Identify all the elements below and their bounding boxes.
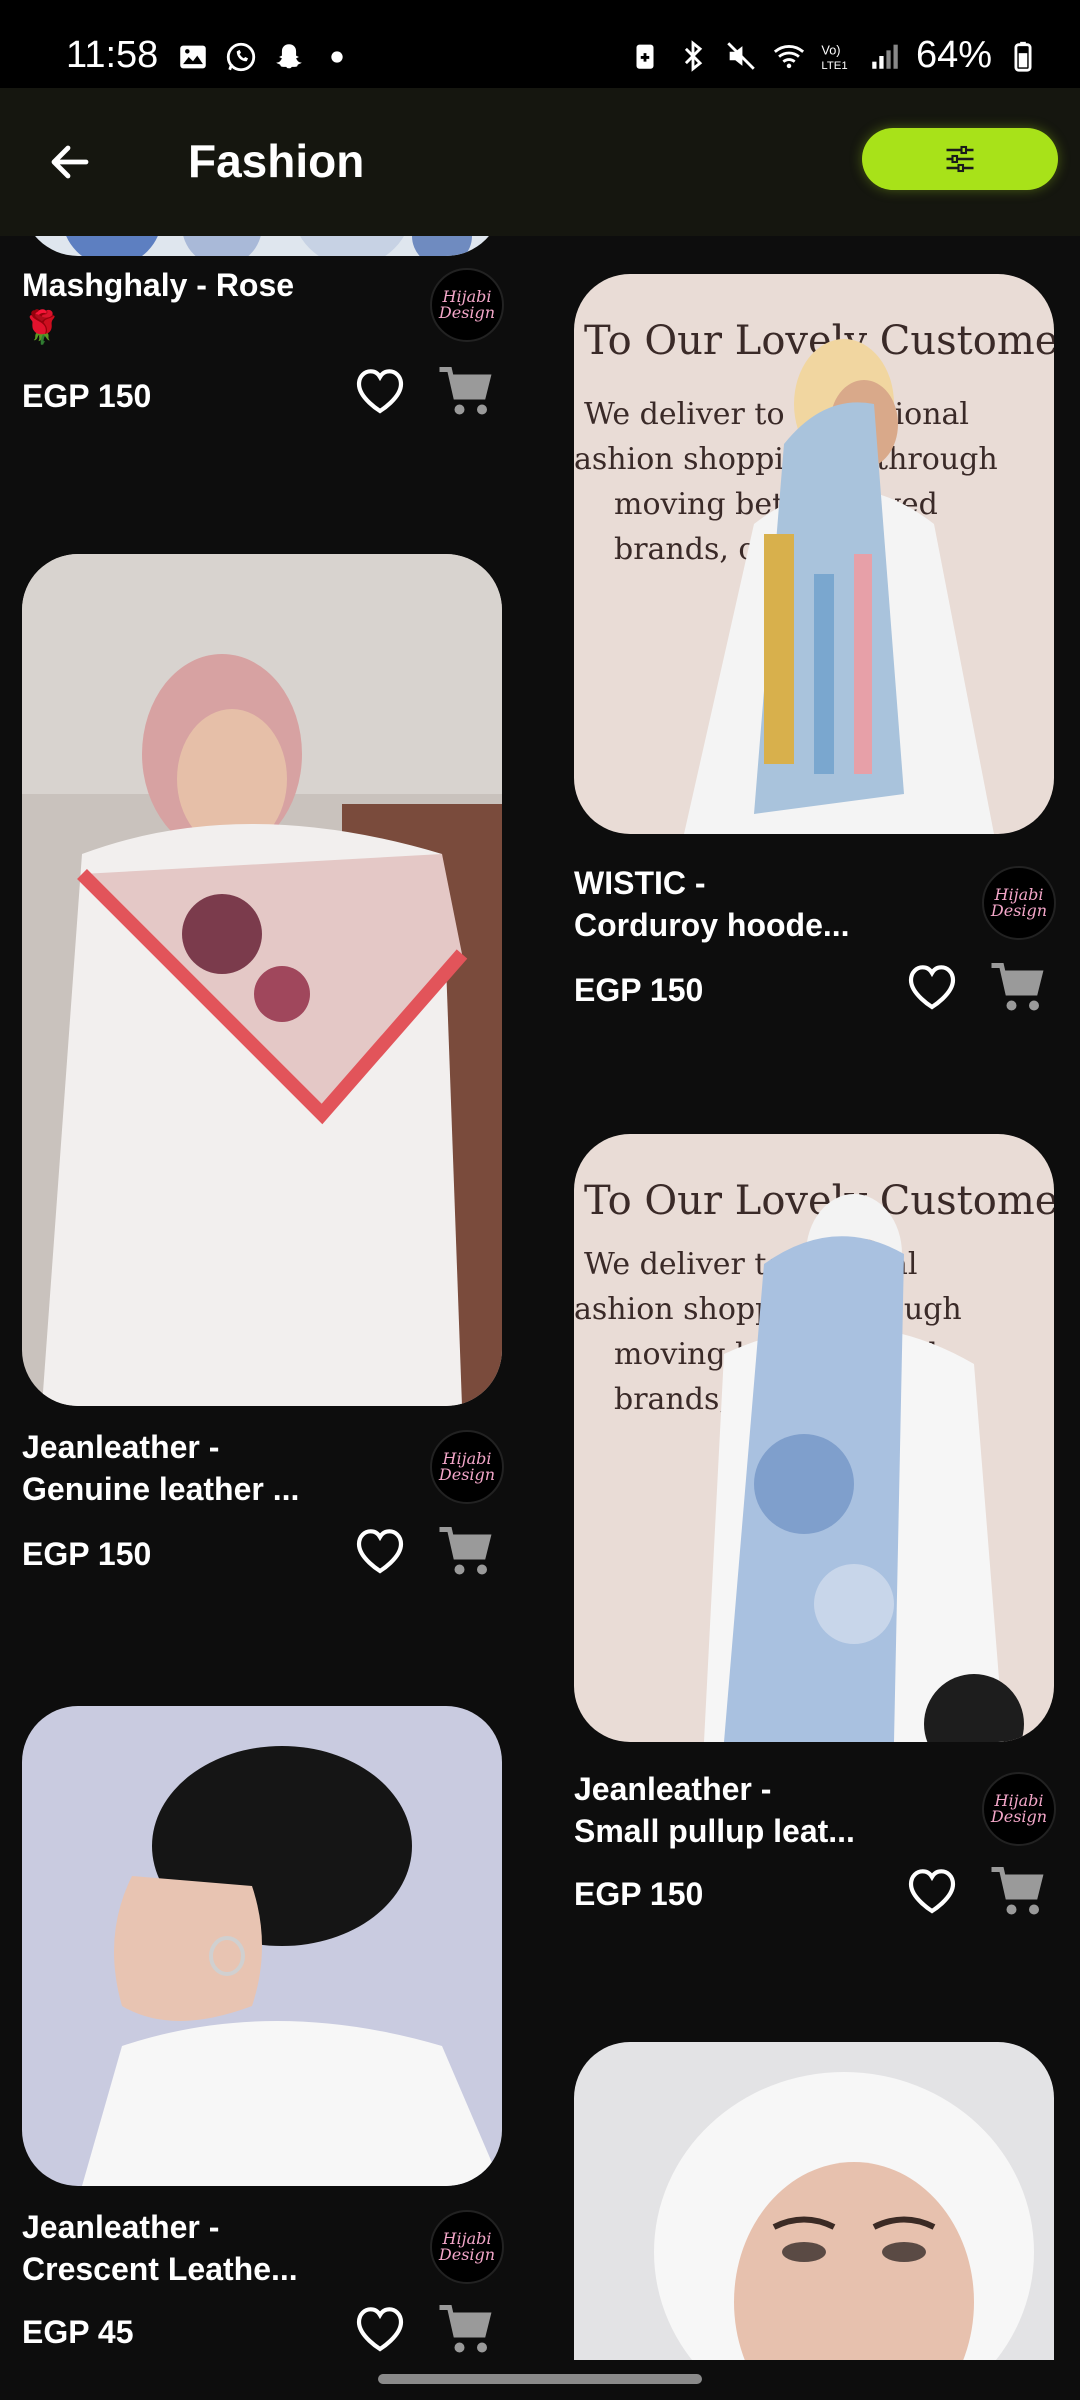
cart-icon bbox=[991, 963, 1044, 1011]
arrow-left-icon bbox=[51, 145, 89, 179]
wifi-icon bbox=[772, 39, 806, 73]
product-price: EGP 150 bbox=[22, 378, 152, 414]
seller-logo-text: Hijabi Design bbox=[990, 885, 1048, 920]
heart-icon bbox=[356, 2307, 404, 2352]
product-image[interactable] bbox=[574, 2042, 1054, 2360]
seller-logo[interactable]: Hijabi Design bbox=[982, 866, 1056, 940]
seller-logo[interactable]: Hijabi Design bbox=[982, 1772, 1056, 1846]
add-to-cart-button[interactable] bbox=[436, 362, 502, 422]
seller-logo-text: Hijabi Design bbox=[438, 1449, 496, 1484]
product-grid: Mashghaly - Rose 🌹 Hijabi Design EGP 150… bbox=[0, 236, 1080, 2360]
volte-icon: Vo) LTE1 bbox=[820, 39, 854, 73]
product-name: Jeanleather - Crescent Leathe... bbox=[22, 2209, 298, 2287]
product-image[interactable] bbox=[22, 554, 502, 1406]
product-image[interactable]: To Our Lovely Customers We deliver to ex… bbox=[574, 274, 1054, 834]
product-image[interactable] bbox=[22, 236, 502, 256]
battery-percent: 64% bbox=[915, 34, 992, 76]
seller-logo-text: Hijabi Design bbox=[438, 2229, 496, 2264]
product-name: WISTIC - Corduroy hoode... bbox=[574, 865, 850, 943]
add-to-cart-button[interactable] bbox=[988, 1862, 1054, 1922]
battery-icon bbox=[1006, 39, 1040, 73]
status-bar: 11:58 Vo) LTE1 64% bbox=[0, 0, 1080, 88]
cart-icon bbox=[991, 1867, 1044, 1915]
product-name: Jeanleather - Genuine leather ... bbox=[22, 1429, 300, 1507]
heart-icon bbox=[356, 369, 404, 414]
favorite-button[interactable] bbox=[352, 364, 412, 420]
mute-icon bbox=[724, 39, 758, 73]
product-card[interactable]: To Our Lovely Customers We deliver to ep… bbox=[574, 1134, 1056, 1994]
product-card[interactable]: To Our Lovely Customers We deliver to ex… bbox=[574, 274, 1056, 1034]
product-card[interactable]: Jeanleather - Crescent Leathe... Hijabi … bbox=[22, 1706, 504, 2360]
seller-logo-text: Hijabi Design bbox=[990, 1791, 1048, 1826]
favorite-button[interactable] bbox=[904, 1864, 964, 1920]
status-left-icons bbox=[176, 40, 354, 74]
back-button[interactable] bbox=[40, 132, 100, 192]
bluetooth-icon bbox=[676, 39, 710, 73]
svg-text:Vo): Vo) bbox=[821, 42, 840, 57]
seller-logo-text: Hijabi Design bbox=[438, 287, 496, 322]
cart-icon bbox=[439, 367, 492, 415]
app-bar: Fashion bbox=[0, 88, 1080, 236]
sliders-icon bbox=[946, 145, 974, 173]
product-price: EGP 150 bbox=[22, 1536, 152, 1572]
product-image[interactable]: To Our Lovely Customers We deliver to ep… bbox=[574, 1134, 1054, 1742]
battery-saver-icon bbox=[628, 39, 662, 73]
whatsapp-icon bbox=[224, 40, 258, 74]
seller-logo[interactable]: Hijabi Design bbox=[430, 2210, 504, 2284]
signal-icon bbox=[868, 39, 902, 73]
cart-icon bbox=[439, 1527, 492, 1575]
heart-icon bbox=[356, 1529, 404, 1574]
add-to-cart-button[interactable] bbox=[436, 2300, 502, 2360]
product-price: EGP 45 bbox=[22, 2314, 134, 2350]
product-name: Mashghaly - Rose 🌹 bbox=[22, 267, 295, 345]
heart-icon bbox=[908, 1869, 956, 1914]
page-title: Fashion bbox=[188, 135, 365, 187]
dot-icon bbox=[320, 40, 354, 74]
seller-logo[interactable]: Hijabi Design bbox=[430, 268, 504, 342]
product-name: Jeanleather - Small pullup leat... bbox=[574, 1771, 855, 1849]
product-image[interactable] bbox=[22, 1706, 502, 2186]
status-time: 11:58 bbox=[66, 34, 159, 76]
product-price: EGP 150 bbox=[574, 972, 704, 1008]
product-card-info: Jeanleather - Genuine leather ... Hijabi… bbox=[22, 1426, 504, 1646]
heart-icon bbox=[908, 965, 956, 1010]
product-card[interactable] bbox=[574, 2042, 1054, 2360]
svg-text:We deliver to exceptional: We deliver to exceptional bbox=[584, 397, 969, 432]
product-price: EGP 150 bbox=[574, 1876, 704, 1912]
favorite-button[interactable] bbox=[352, 2302, 412, 2358]
gesture-nav-bar[interactable] bbox=[378, 2374, 702, 2384]
favorite-button[interactable] bbox=[904, 960, 964, 1016]
filter-button[interactable] bbox=[862, 128, 1058, 190]
svg-text:LTE1: LTE1 bbox=[821, 59, 847, 71]
add-to-cart-button[interactable] bbox=[436, 1522, 502, 1582]
product-card[interactable] bbox=[22, 554, 502, 1406]
favorite-button[interactable] bbox=[352, 1524, 412, 1580]
seller-logo[interactable]: Hijabi Design bbox=[430, 1430, 504, 1504]
add-to-cart-button[interactable] bbox=[988, 958, 1054, 1018]
cart-icon bbox=[439, 2305, 492, 2353]
status-right-icons: Vo) LTE1 64% bbox=[628, 34, 1040, 77]
snapchat-icon bbox=[272, 40, 306, 74]
gallery-icon bbox=[176, 40, 210, 74]
